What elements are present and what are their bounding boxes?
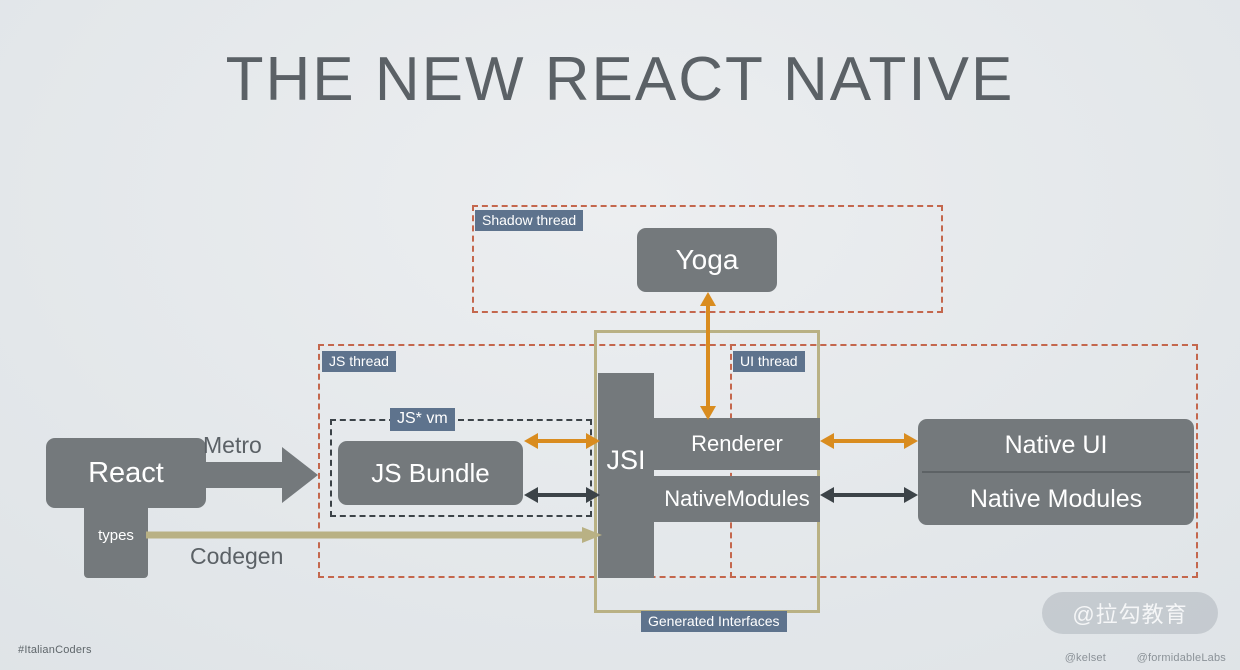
node-native-ui-label: Native UI — [1004, 430, 1108, 459]
hashtag-label: #ItalianCoders — [18, 644, 92, 656]
node-react-label: React — [88, 456, 164, 489]
watermark-badge: @拉勾教育 — [1042, 592, 1218, 634]
credit-org: @formidableLabs — [1136, 652, 1226, 664]
region-label-shadow-thread: Shadow thread — [475, 210, 584, 232]
region-label-js-vm: JS* vm — [390, 408, 455, 432]
node-native-modules-label: Native Modules — [969, 484, 1143, 513]
node-jsi-label: JSI — [606, 445, 646, 475]
node-yoga-label: Yoga — [675, 244, 739, 275]
credit-author: @kelset — [1064, 652, 1106, 664]
node-renderer: Renderer — [654, 418, 820, 470]
node-js-bundle-label: JS Bundle — [371, 457, 490, 488]
node-native-stack: Native UI Native Modules — [918, 419, 1194, 525]
node-react-label-wrap: React — [46, 438, 206, 508]
metro-label: Metro — [203, 432, 262, 458]
region-label-js-thread: JS thread — [322, 351, 396, 373]
node-react-types-label: types — [98, 527, 134, 544]
node-yoga: Yoga — [637, 228, 777, 292]
watermark-label: @拉勾教育 — [1072, 602, 1188, 627]
page-title: THE NEW REACT NATIVE — [225, 45, 1015, 114]
codegen-label: Codegen — [190, 543, 284, 569]
node-js-bundle: JS Bundle — [338, 441, 523, 505]
region-label-generated-interfaces: Generated Interfaces — [641, 611, 787, 633]
presentation-slide: THE NEW REACT NATIVE Shadow thread JS th… — [0, 0, 1240, 670]
node-renderer-label: Renderer — [691, 431, 783, 456]
node-nativemodules: NativeModules — [654, 476, 820, 522]
node-nativemodules-label: NativeModules — [664, 486, 810, 511]
